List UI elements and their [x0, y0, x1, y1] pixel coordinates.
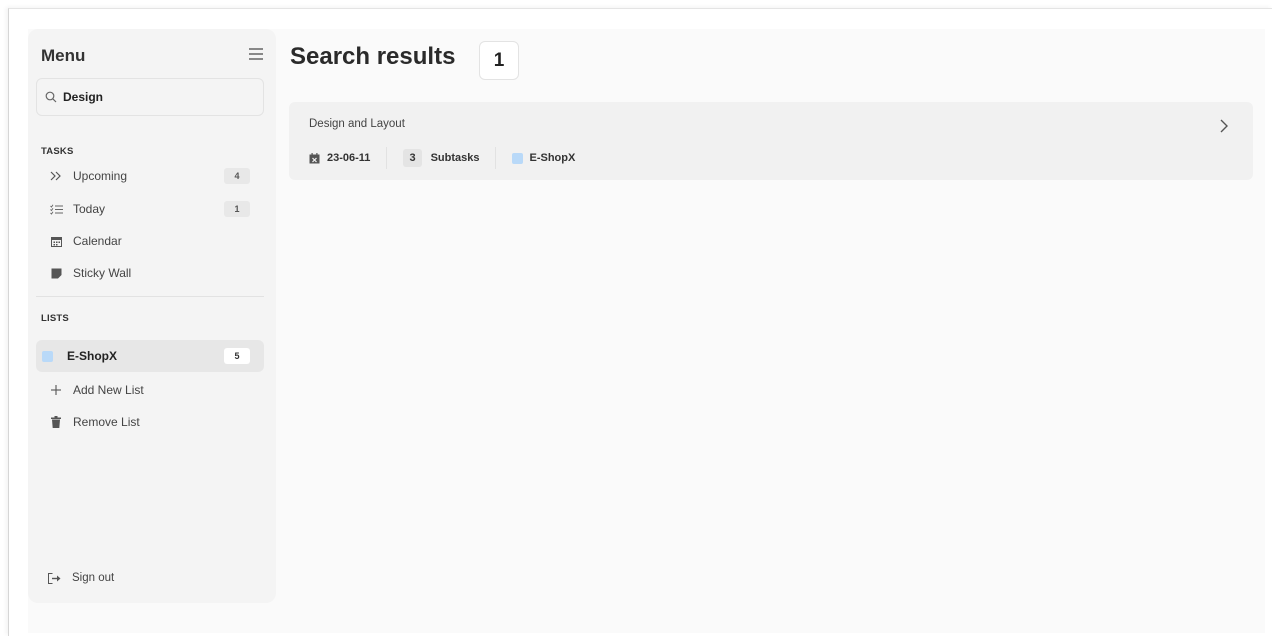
count-badge: 5 — [224, 348, 250, 364]
list-color-swatch — [512, 152, 524, 164]
search-result-card[interactable]: Design and Layout 23-06-11 3 Subtasks E-… — [289, 102, 1253, 180]
sidebar-item-calendar[interactable]: Calendar — [36, 226, 264, 256]
subtask-count-badge: 3 — [403, 149, 422, 167]
remove-list-label: Remove List — [73, 415, 140, 429]
sidebar-item-today[interactable]: Today 1 — [36, 194, 264, 224]
sign-out-icon — [48, 572, 62, 584]
app-window: Menu TASKS Upcoming 4 — [8, 8, 1272, 636]
chevron-right-icon[interactable] — [1217, 118, 1231, 134]
sidebar-item-sticky-wall[interactable]: Sticky Wall — [36, 258, 264, 288]
sidebar-item-label: E-ShopX — [67, 349, 117, 363]
subtasks-label: Subtasks — [430, 152, 480, 164]
lists-section-label: LISTS — [41, 313, 69, 324]
page-title: Search results — [290, 43, 456, 70]
sign-out-label: Sign out — [72, 572, 115, 584]
list-color-swatch — [42, 350, 58, 362]
divider — [386, 147, 388, 169]
task-title: Design and Layout — [309, 118, 405, 130]
trash-icon — [48, 416, 64, 428]
results-count: 1 — [479, 41, 519, 80]
list-name: E-ShopX — [529, 152, 576, 164]
divider — [36, 296, 264, 297]
sidebar-list-eshopx[interactable]: E-ShopX 5 — [36, 340, 264, 372]
app-container: Menu TASKS Upcoming 4 — [28, 29, 1265, 633]
search-input[interactable] — [63, 90, 243, 104]
sidebar: Menu TASKS Upcoming 4 — [28, 29, 276, 603]
add-new-list-button[interactable]: Add New List — [36, 375, 264, 405]
tasks-section-label: TASKS — [41, 146, 74, 157]
double-chevron-right-icon — [48, 171, 64, 181]
divider — [495, 147, 497, 169]
plus-icon — [48, 385, 64, 395]
checklist-icon — [48, 204, 64, 215]
sticky-note-icon — [48, 268, 64, 279]
sidebar-item-label: Upcoming — [73, 169, 128, 183]
hamburger-menu-icon[interactable] — [249, 48, 263, 60]
sidebar-item-upcoming[interactable]: Upcoming 4 — [36, 161, 264, 191]
calendar-icon — [48, 236, 64, 247]
count-badge: 1 — [224, 201, 250, 217]
search-box[interactable] — [36, 78, 264, 116]
calendar-x-icon — [309, 152, 320, 164]
sidebar-item-label: Sticky Wall — [73, 266, 132, 280]
task-meta: 23-06-11 3 Subtasks E-ShopX — [309, 146, 575, 170]
count-badge: 4 — [224, 168, 250, 184]
menu-title: Menu — [41, 46, 86, 65]
sidebar-item-label: Calendar — [73, 234, 122, 248]
search-icon — [45, 91, 57, 103]
due-date: 23-06-11 — [327, 152, 371, 164]
sign-out-button[interactable]: Sign out — [36, 563, 114, 593]
add-new-list-label: Add New List — [73, 383, 144, 397]
sidebar-item-label: Today — [73, 202, 106, 216]
remove-list-button[interactable]: Remove List — [36, 407, 264, 437]
